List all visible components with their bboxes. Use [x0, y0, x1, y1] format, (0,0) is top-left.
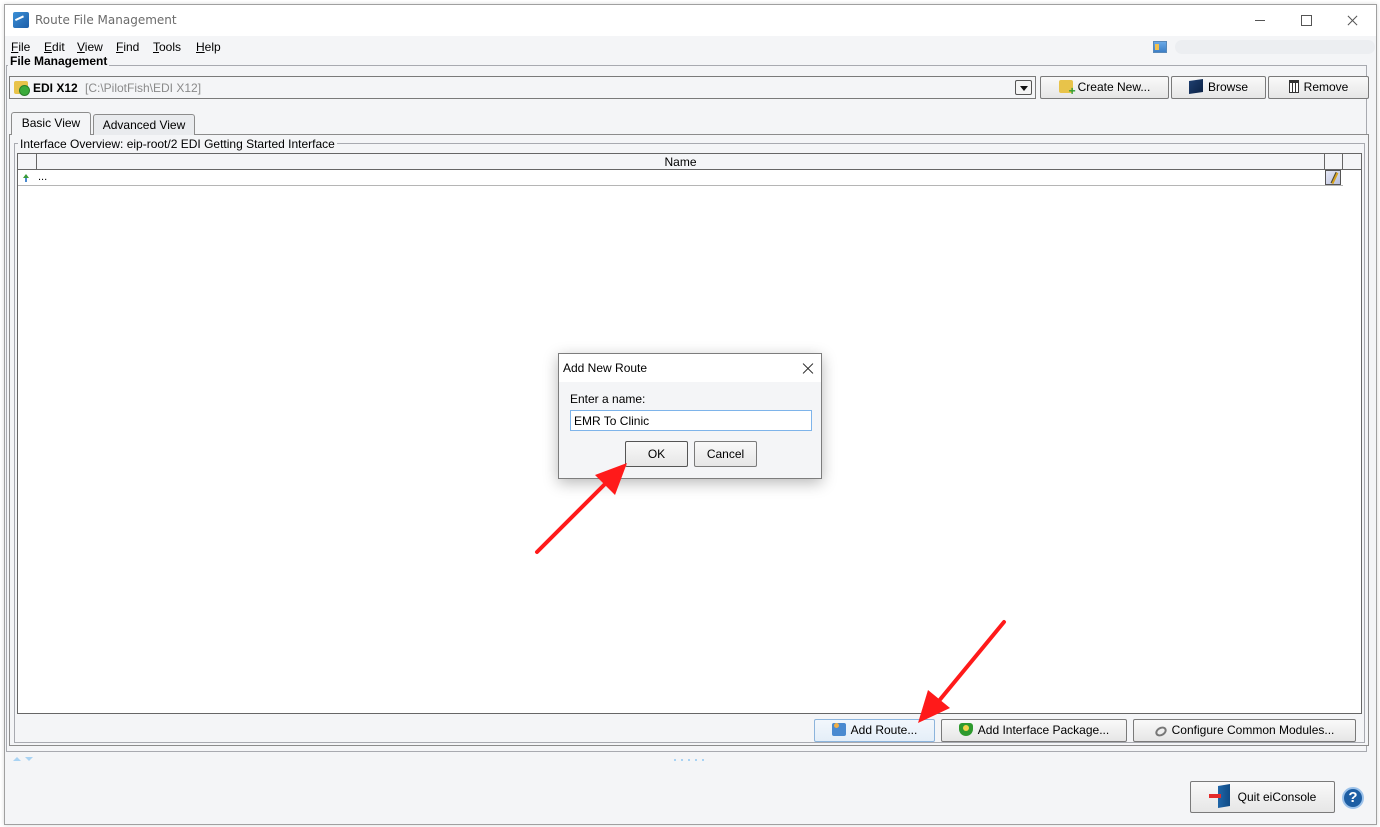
interface-overview-label: Interface Overview: eip-root/2 EDI Getti… [18, 137, 337, 151]
table-row[interactable]: ... [18, 170, 1343, 186]
route-up-icon [23, 174, 29, 182]
edit-pencil-icon[interactable] [1325, 170, 1341, 185]
project-name: EDI X12 [33, 81, 78, 95]
dialog-title-bar: Add New Route [559, 354, 821, 382]
project-selector[interactable]: EDI X12 [C:\PilotFish\EDI X12] [9, 76, 1036, 99]
menu-find-label: ind [123, 40, 140, 54]
quit-label: Quit eiConsole [1237, 790, 1317, 804]
menu-edit-label: dit [52, 40, 65, 54]
row-name: ... [38, 171, 48, 183]
configure-common-modules-button[interactable]: Configure Common Modules... [1133, 719, 1356, 742]
exit-door-icon [1208, 785, 1233, 807]
folder-add-icon [1058, 80, 1076, 97]
close-window-button[interactable] [1329, 5, 1375, 35]
menu-view-mnemonic: V [77, 40, 85, 54]
create-new-button[interactable]: Create New... [1040, 76, 1169, 99]
app-logo-icon [13, 12, 29, 28]
user-card-icon[interactable] [1153, 41, 1167, 53]
browse-button[interactable]: Browse [1171, 76, 1266, 99]
column-header-name[interactable]: Name [36, 154, 1325, 170]
dialog-cancel-button[interactable]: Cancel [694, 441, 757, 467]
dialog-title: Add New Route [563, 361, 648, 375]
maximize-button[interactable] [1283, 5, 1329, 35]
remove-label: Remove [1303, 80, 1349, 94]
menu-help-label: elp [204, 40, 221, 54]
menu-file-label: ile [18, 40, 31, 54]
help-icon[interactable]: ? [1342, 787, 1364, 809]
add-route-button[interactable]: Add Route... [814, 719, 935, 742]
user-info-field [1175, 40, 1375, 54]
trash-icon [1288, 80, 1299, 93]
splitter-handle[interactable] [674, 759, 706, 761]
project-path: [C:\PilotFish\EDI X12] [85, 81, 202, 95]
column-header-edit [1325, 154, 1343, 170]
browse-folder-icon [1188, 79, 1203, 94]
add-interface-package-button[interactable]: Add Interface Package... [941, 719, 1127, 742]
menu-find[interactable]: Find [116, 40, 139, 54]
table-header: Name [18, 154, 1361, 170]
menu-help[interactable]: Help [196, 40, 221, 54]
menu-view-label: iew [84, 40, 103, 54]
route-puzzle-icon [831, 723, 846, 736]
add-route-label: Add Route... [850, 723, 918, 737]
menu-file[interactable]: File [11, 40, 30, 54]
create-new-label: Create New... [1077, 80, 1151, 94]
dialog-ok-button[interactable]: OK [625, 441, 688, 467]
add-interface-package-label: Add Interface Package... [977, 723, 1110, 737]
chevron-down-icon[interactable] [1015, 80, 1032, 95]
file-management-label: File Management [8, 54, 110, 68]
project-folder-icon [14, 81, 30, 96]
menu-view[interactable]: View [77, 40, 103, 54]
route-name-input[interactable] [570, 410, 812, 431]
menu-tools[interactable]: Tools [153, 40, 181, 54]
menu-bar: File Edit View Find Tools Help [5, 36, 1376, 58]
splitter-up-icon[interactable] [13, 757, 21, 761]
menu-help-mnemonic: H [196, 40, 205, 54]
title-bar: Route File Management [5, 5, 1376, 36]
link-chain-icon [1153, 724, 1169, 739]
browse-label: Browse [1207, 80, 1248, 94]
menu-edit[interactable]: Edit [44, 40, 65, 54]
quit-eiconsole-button[interactable]: Quit eiConsole [1190, 781, 1335, 813]
tab-advanced-view[interactable]: Advanced View [93, 114, 195, 135]
menu-tools-label: ools [159, 40, 182, 54]
tab-basic-view[interactable]: Basic View [11, 112, 91, 135]
window-title: Route File Management [35, 13, 177, 27]
close-icon[interactable] [799, 359, 817, 377]
dialog-prompt: Enter a name: [570, 392, 646, 406]
minimize-button[interactable] [1237, 5, 1283, 35]
splitter-down-icon[interactable] [25, 757, 33, 761]
remove-button[interactable]: Remove [1268, 76, 1369, 99]
configure-common-modules-label: Configure Common Modules... [1171, 723, 1335, 737]
shield-package-icon [958, 723, 973, 736]
menu-edit-mnemonic: E [44, 40, 53, 54]
add-new-route-dialog: Add New Route Enter a name: OK Cancel [558, 353, 822, 479]
